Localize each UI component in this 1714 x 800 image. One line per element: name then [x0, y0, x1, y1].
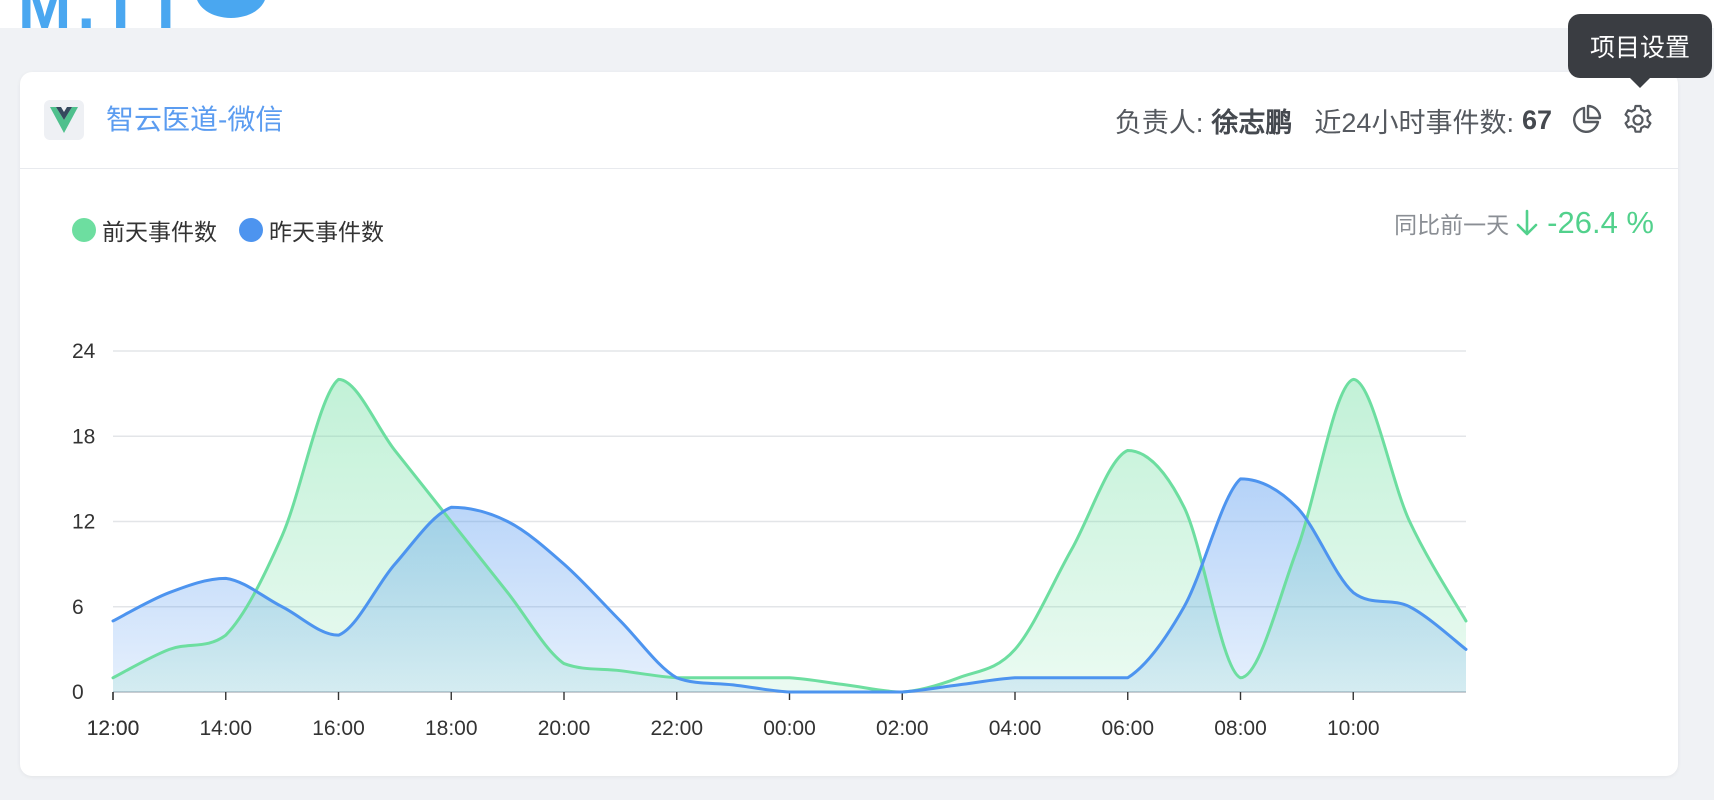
header-stats: 负责人: 徐志鹏 近24小时事件数: 67: [1115, 96, 1656, 144]
x-tick-label: 22:00: [650, 717, 703, 740]
site-logo-badge: [196, 0, 266, 18]
x-tick-label: 06:00: [1101, 717, 1154, 740]
owner-name: 徐志鹏: [1211, 107, 1293, 138]
x-tick-label: 12:00: [87, 717, 140, 740]
pie-chart-icon: [1573, 104, 1602, 133]
vue-logo-icon: [44, 100, 84, 140]
x-tick-label: 08:00: [1214, 717, 1267, 740]
y-tick-label: 0: [72, 681, 84, 704]
card-header: 智云医道-微信 负责人: 徐志鹏 近24小时事件数: 67: [20, 72, 1678, 169]
event-count-value: 67: [1521, 104, 1552, 135]
y-tick-label: 12: [72, 511, 95, 534]
stats-button[interactable]: [1568, 102, 1604, 138]
x-tick-label: 10:00: [1327, 717, 1380, 740]
x-tick-label: 02:00: [876, 717, 929, 740]
events-line-chart: 0 6 12 18 24 12:00 14:00 16:00 18:00 20:00 22:00 00…: [72, 340, 1468, 740]
top-bar: M.TT: [0, 0, 1714, 38]
y-tick-label: 6: [72, 596, 84, 619]
project-card: 智云医道-微信 负责人: 徐志鹏 近24小时事件数: 67 前天事件数 昨天事件…: [20, 72, 1678, 776]
site-logo-fragment: M.TT: [18, 0, 192, 42]
x-tick-label: 18:00: [425, 717, 478, 740]
event-chart-area: 前天事件数 昨天事件数 同比前一天 -26.4 % 0 6 12 18 24 12:00 1…: [20, 169, 1678, 775]
settings-tooltip: 项目设置: [1568, 14, 1712, 88]
x-tick-label: 04:00: [989, 717, 1042, 740]
y-tick-label: 18: [72, 425, 95, 448]
y-tick-label: 24: [72, 340, 96, 363]
project-name-link[interactable]: 智云医道-微信: [106, 100, 283, 140]
x-tick-label: 20:00: [538, 717, 591, 740]
event-count-label: 近24小时事件数:: [1314, 107, 1514, 138]
gear-icon: [1624, 104, 1652, 133]
x-tick-label: 16:00: [312, 717, 365, 740]
settings-button[interactable]: [1620, 102, 1656, 138]
x-tick-label: 00:00: [763, 717, 816, 740]
owner-label: 负责人:: [1114, 107, 1204, 138]
x-tick-label: 14:00: [199, 717, 252, 740]
